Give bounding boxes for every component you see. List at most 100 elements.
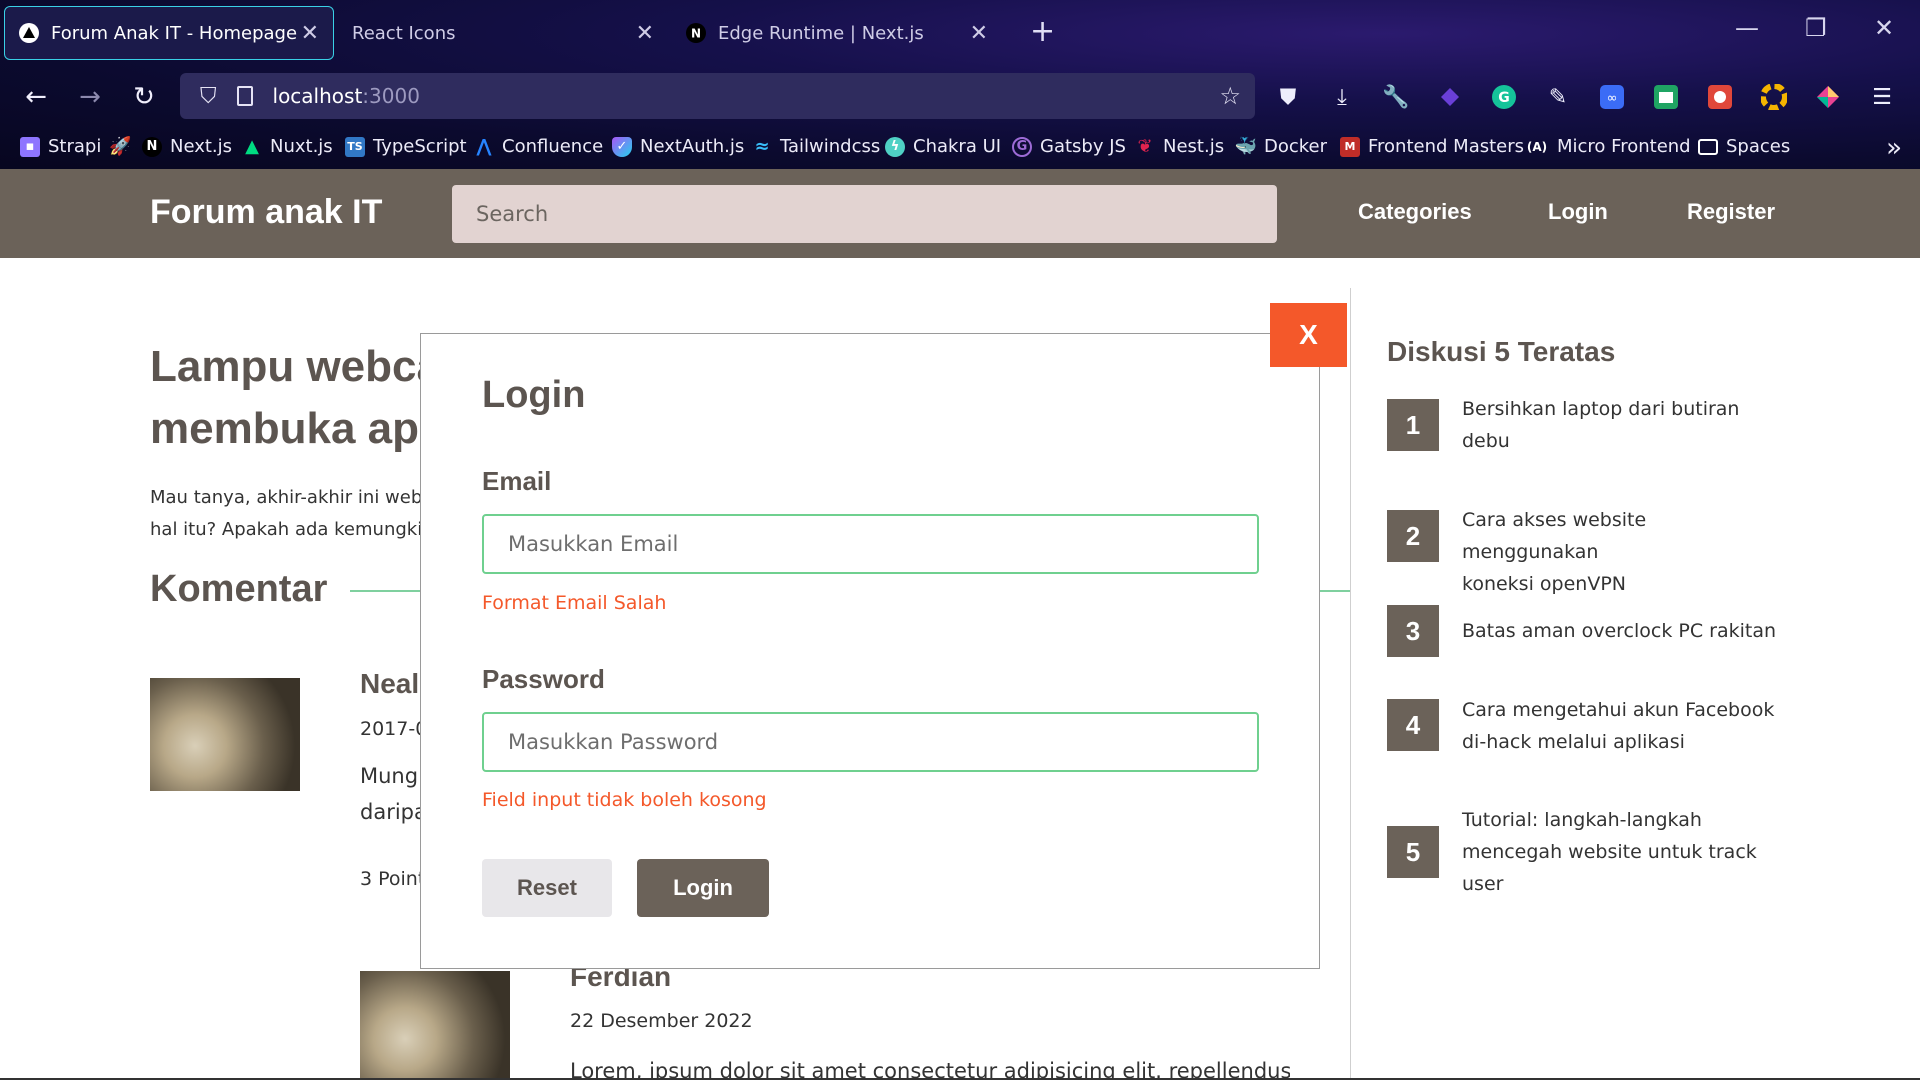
comment-text: Mungl daripa xyxy=(360,764,422,824)
tab-title: React Icons xyxy=(352,22,456,44)
restore-icon[interactable]: ❐ xyxy=(1805,14,1827,42)
search-input[interactable] xyxy=(452,185,1277,243)
typescript-icon: TS xyxy=(345,136,365,157)
bookmark-gatsby[interactable]: G Gatsby JS xyxy=(1012,136,1126,157)
bookmark-confluence[interactable]: ⋀ Confluence xyxy=(474,136,603,157)
minimize-icon[interactable]: — xyxy=(1735,14,1759,42)
rank-badge: 3 xyxy=(1387,605,1439,657)
extension-diamond-icon[interactable] xyxy=(1434,81,1466,113)
window-close-icon[interactable]: ✕ xyxy=(1874,14,1894,42)
pen-icon[interactable]: ✎ xyxy=(1542,81,1574,113)
close-icon[interactable]: ✕ xyxy=(301,21,319,46)
confluence-icon: ⋀ xyxy=(476,136,492,157)
comment-date: 2017-0 xyxy=(360,718,428,740)
nextjs-icon: N xyxy=(686,23,706,43)
svg-text:∞: ∞ xyxy=(1607,91,1618,106)
close-icon[interactable]: ✕ xyxy=(636,21,654,46)
nav-categories[interactable]: Categories xyxy=(1358,199,1472,225)
color-wheel-icon[interactable] xyxy=(1758,81,1790,113)
nextjs-icon: N xyxy=(142,136,162,157)
bookmark-nuxtjs[interactable]: ▲ Nuxt.js xyxy=(242,136,333,157)
sidebar-item-1[interactable]: Bersihkan laptop dari butiran debu xyxy=(1462,393,1782,457)
download-icon[interactable]: ⤓ xyxy=(1326,81,1358,113)
rank-badge: 1 xyxy=(1387,399,1439,451)
sidebar-item-2[interactable]: Cara akses website menggunakan koneksi op… xyxy=(1462,504,1782,600)
email-field[interactable] xyxy=(482,514,1259,574)
post-body: Mau tanya, akhir-akhir ini web hal itu? … xyxy=(150,487,423,540)
nav-login[interactable]: Login xyxy=(1548,199,1608,225)
bookmark-docker[interactable]: 🐳 Docker xyxy=(1234,136,1327,157)
micro-frontend-icon: (A) xyxy=(1526,139,1548,154)
extension-green-icon[interactable] xyxy=(1650,81,1682,113)
sidebar-title: Diskusi 5 Teratas xyxy=(1387,336,1616,367)
folder-icon xyxy=(1698,138,1718,155)
reset-button[interactable]: Reset xyxy=(482,859,612,917)
reload-icon[interactable]: ↻ xyxy=(126,79,162,115)
bookmark-micro-frontend[interactable]: (A) Micro Frontend xyxy=(1525,136,1691,157)
bookmark-frontend-masters[interactable]: M Frontend Masters xyxy=(1340,136,1524,157)
nuxt-icon: ▲ xyxy=(245,136,259,157)
gatsby-icon: G xyxy=(1012,136,1032,157)
rank-badge: 4 xyxy=(1387,699,1439,751)
new-tab-icon[interactable]: + xyxy=(1030,14,1055,49)
password-field[interactable] xyxy=(482,712,1259,772)
password-error: Field input tidak boleh kosong xyxy=(482,789,767,811)
docker-icon: 🐳 xyxy=(1234,136,1258,157)
chevron-double-right-icon[interactable]: » xyxy=(1886,133,1902,163)
page-icon xyxy=(236,86,253,106)
sidebar-item-5[interactable]: Tutorial: langkah-langkah mencegah websit… xyxy=(1462,804,1782,900)
bookmark-nestjs[interactable]: ❦ Nest.js xyxy=(1135,136,1224,157)
tab-strip: Forum Anak IT - Homepage ✕ React Icons ✕… xyxy=(0,0,1920,67)
rank-badge: 2 xyxy=(1387,510,1439,562)
svg-text:N: N xyxy=(691,27,701,41)
extension-blue-icon[interactable]: ∞ xyxy=(1596,81,1628,113)
grammarly-icon[interactable]: G xyxy=(1488,81,1520,113)
nav-toolbar: ← → ↻ ⛉ localhost:3000 ☆ ⛊ ⤓ 🔧 G ✎ ∞ ☰ xyxy=(0,67,1920,127)
tab-react-icons[interactable]: React Icons ✕ xyxy=(338,6,668,60)
site-header: Forum anak IT Categories Login Register xyxy=(0,169,1920,258)
tailwind-icon: ≈ xyxy=(754,136,770,157)
tab-edge-runtime[interactable]: N Edge Runtime | Next.js ✕ xyxy=(672,6,1002,60)
svg-text:G: G xyxy=(1498,90,1510,106)
comment-text: Lorem, ipsum dolor sit amet consectetur … xyxy=(570,1059,1290,1080)
tab-title: Forum Anak IT - Homepage xyxy=(51,22,298,44)
nextauth-icon: ✓ xyxy=(612,136,632,157)
bookmarks-bar: ▪ Strapi 🚀 N Next.js ▲ Nuxt.js TS TypeScript … xyxy=(0,127,1920,169)
login-modal: Login Email Format Email Salah Password … xyxy=(420,333,1320,969)
sidebar-item-3[interactable]: Batas aman overclock PC rakitan xyxy=(1462,615,1782,647)
pocket-icon[interactable]: ⛊ xyxy=(1272,81,1304,113)
bookmark-strapi[interactable]: ▪ Strapi 🚀 xyxy=(20,136,132,157)
column-divider xyxy=(1350,288,1351,1080)
bookmark-chakra[interactable]: ϟ Chakra UI xyxy=(885,136,1001,157)
back-arrow-icon[interactable]: ← xyxy=(18,79,54,115)
address-bar[interactable]: ⛉ localhost:3000 ☆ xyxy=(180,73,1255,119)
forward-arrow-icon[interactable]: → xyxy=(72,79,108,115)
bookmark-spaces[interactable]: Spaces xyxy=(1698,136,1790,157)
site-brand[interactable]: Forum anak IT xyxy=(150,193,382,232)
bookmark-tailwind[interactable]: ≈ Tailwindcss xyxy=(752,136,880,157)
bookmark-star-icon[interactable]: ☆ xyxy=(1219,82,1241,110)
url-text[interactable]: localhost:3000 xyxy=(273,84,420,108)
bookmark-nextjs[interactable]: N Next.js xyxy=(142,136,232,157)
shield-icon[interactable]: ⛉ xyxy=(200,84,217,109)
bookmark-typescript[interactable]: TS TypeScript xyxy=(345,136,467,157)
tab-forum-anak-it[interactable]: Forum Anak IT - Homepage ✕ xyxy=(4,6,334,60)
close-modal-button[interactable]: X xyxy=(1270,303,1347,367)
modal-title: Login xyxy=(482,374,586,416)
comment-author: Neal xyxy=(360,668,420,699)
extension-red-icon[interactable] xyxy=(1704,81,1736,113)
nav-register[interactable]: Register xyxy=(1687,199,1775,225)
sidebar-item-4[interactable]: Cara mengetahui akun Facebook di-hack mel… xyxy=(1462,694,1782,758)
tab-title: Edge Runtime | Next.js xyxy=(718,22,924,44)
menu-icon[interactable]: ☰ xyxy=(1866,81,1898,113)
nestjs-icon: ❦ xyxy=(1137,136,1153,157)
comment-points: 3 Point xyxy=(360,868,422,890)
login-button[interactable]: Login xyxy=(637,859,769,917)
email-error: Format Email Salah xyxy=(482,592,667,614)
strapi-icon: ▪ xyxy=(20,136,40,157)
bookmark-nextauth[interactable]: ✓ NextAuth.js xyxy=(612,136,744,157)
password-label: Password xyxy=(482,664,605,694)
extension-multicolor-icon[interactable] xyxy=(1812,81,1844,113)
close-icon[interactable]: ✕ xyxy=(970,21,988,46)
wrench-icon[interactable]: 🔧 xyxy=(1380,81,1412,113)
